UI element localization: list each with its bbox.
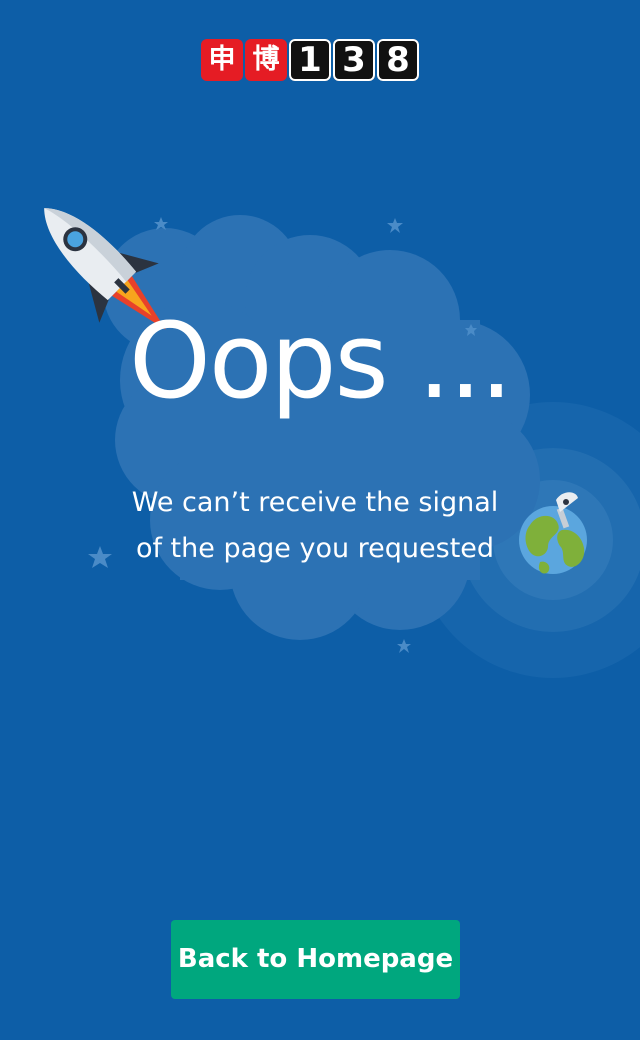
error-message-line: We can’t receive the signal [131, 487, 499, 518]
error-headline: Oops ... [129, 300, 513, 422]
logo-char: 申 [201, 39, 243, 81]
logo-char: 博 [245, 39, 287, 81]
logo-digit: 3 [333, 39, 375, 81]
cloud-shape [103, 215, 540, 640]
error-message: We can’t receive the signal of the page … [100, 480, 530, 572]
logo-digit: 8 [377, 39, 419, 81]
error-page: 申 博 1 3 8 Oops ... We can’t receive the … [0, 0, 640, 1040]
logo-digit: 1 [289, 39, 331, 81]
site-logo[interactable]: 申 博 1 3 8 [201, 39, 419, 81]
back-to-homepage-button[interactable]: Back to Homepage [171, 920, 460, 999]
error-message-line: of the page you requested [135, 533, 495, 564]
